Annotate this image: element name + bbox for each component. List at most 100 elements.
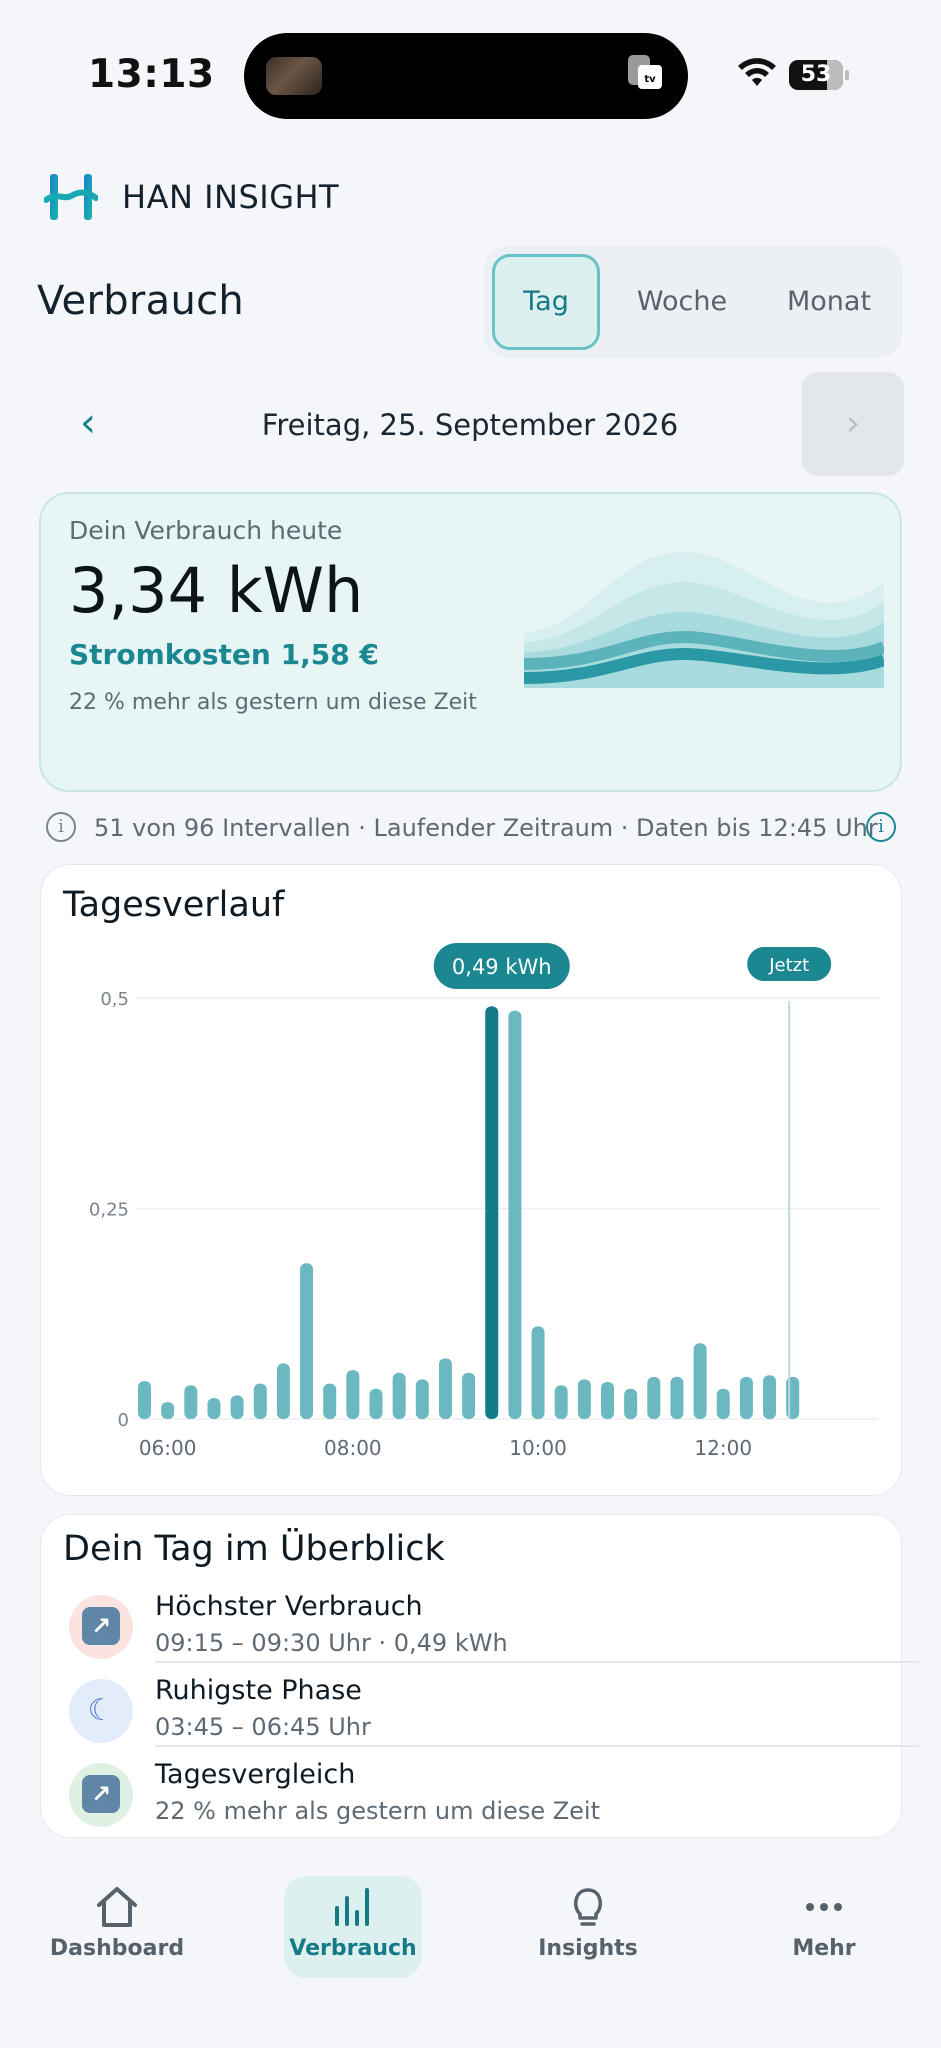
summary-consumption-value: 3,34 kWh xyxy=(69,554,364,627)
divider xyxy=(155,1661,919,1663)
nav-more[interactable]: Mehr xyxy=(774,1876,874,1978)
chart-bar xyxy=(763,1375,777,1419)
dynamic-island: tv xyxy=(244,33,688,119)
nav-label: Insights xyxy=(538,1936,638,1961)
nav-verbrauch[interactable]: Verbrauch xyxy=(284,1876,422,1978)
overview-item-comparison[interactable]: ↗ Tagesvergleich 22 % mehr als gestern u… xyxy=(41,1757,903,1839)
chart-bar xyxy=(624,1388,638,1419)
y-tick-label: 0,5 xyxy=(100,989,129,1010)
chart-bar xyxy=(601,1381,614,1419)
nav-label: Mehr xyxy=(792,1936,856,1961)
overview-item-detail: 03:45 – 06:45 Uhr xyxy=(155,1713,371,1741)
summary-comparison: 22 % mehr als gestern um diese Zeit xyxy=(69,690,477,715)
nav-label: Dashboard xyxy=(49,1936,185,1961)
chart-bar xyxy=(693,1343,707,1419)
lightbulb-icon xyxy=(574,1888,602,1926)
period-segmented-control: Tag Woche Monat xyxy=(484,246,902,358)
bar-chart-icon xyxy=(335,1888,369,1926)
status-bar: 13:13 tv 53 xyxy=(0,0,941,150)
summary-cost: Stromkosten 1,58 € xyxy=(69,638,379,671)
chart-bar xyxy=(300,1263,314,1419)
x-tick-label: 12:00 xyxy=(694,1436,752,1460)
segment-day[interactable]: Tag xyxy=(492,254,600,350)
status-time: 13:13 xyxy=(88,52,215,97)
chart-bar xyxy=(739,1376,753,1419)
consumption-bar-chart: 0 0,25 0,5 06:00 08:00 10:00 12:00 Jetzt 0,49 kW… xyxy=(89,943,879,1460)
chart-bar xyxy=(230,1395,244,1419)
previous-day-button[interactable]: ‹ xyxy=(60,394,116,454)
info-details-icon[interactable]: i xyxy=(866,812,896,842)
battery-icon: 53 xyxy=(789,60,849,90)
chart-bar xyxy=(647,1376,661,1419)
chart-bar xyxy=(184,1385,198,1419)
overview-title: Dein Tag im Überblick xyxy=(63,1529,445,1569)
han-logo-icon xyxy=(44,174,98,220)
overview-item-detail: 22 % mehr als gestern um diese Zeit xyxy=(155,1797,600,1825)
chart-bar xyxy=(369,1388,383,1419)
moon-icon: ☾ xyxy=(69,1679,133,1743)
chart-bar xyxy=(392,1372,406,1419)
x-tick-label: 06:00 xyxy=(139,1436,197,1460)
chart-bar xyxy=(670,1376,684,1419)
segment-month[interactable]: Monat xyxy=(756,254,902,350)
chart-bar xyxy=(554,1385,568,1419)
chart-bar xyxy=(138,1381,151,1419)
nav-dashboard[interactable]: Dashboard xyxy=(46,1876,188,1978)
arrow-up-right-icon: ↗ xyxy=(69,1763,133,1827)
overview-item-quiet[interactable]: ☾ Ruhigste Phase 03:45 – 06:45 Uhr xyxy=(41,1673,903,1755)
wifi-icon xyxy=(738,58,776,86)
daily-chart-card: 0 0,25 0,5 06:00 08:00 10:00 12:00 Jetzt 0,49 kW… xyxy=(40,864,902,1496)
more-icon xyxy=(806,1903,842,1911)
chart-bar xyxy=(438,1358,452,1419)
now-label: Jetzt xyxy=(768,955,809,976)
page-title: Verbrauch xyxy=(37,278,245,324)
svg-text:tv: tv xyxy=(644,74,656,85)
brand-name: HAN INSIGHT xyxy=(122,178,340,216)
battery-level: 53 xyxy=(800,62,832,87)
overview-item-peak[interactable]: ↗ Höchster Verbrauch 09:15 – 09:30 Uhr ·… xyxy=(41,1589,903,1671)
chart-bar xyxy=(253,1383,267,1419)
y-tick-label: 0,25 xyxy=(89,1200,129,1221)
wave-illustration xyxy=(524,552,884,692)
current-date: Freitag, 25. September 2026 xyxy=(261,408,679,442)
chart-bar xyxy=(346,1370,360,1419)
apple-tv-icon: tv xyxy=(628,55,662,89)
overview-item-label: Tagesvergleich xyxy=(155,1759,356,1790)
overview-item-detail: 09:15 – 09:30 Uhr · 0,49 kWh xyxy=(155,1629,508,1657)
now-playing-artwork xyxy=(266,57,322,95)
segment-week[interactable]: Woche xyxy=(608,254,756,350)
day-overview-card: Dein Tag im Überblick ↗ Höchster Verbrau… xyxy=(40,1514,919,1839)
chart-bar xyxy=(786,1376,800,1419)
app-brand: HAN INSIGHT xyxy=(44,170,339,224)
chart-title: Tagesverlauf xyxy=(63,885,285,925)
nav-insights[interactable]: Insights xyxy=(528,1876,648,1978)
bottom-navigation: Dashboard Verbrauch Insights Mehr xyxy=(0,1860,941,2048)
chart-bar xyxy=(716,1388,730,1419)
chart-bar xyxy=(276,1363,290,1419)
y-tick-label: 0 xyxy=(118,1410,129,1431)
home-icon xyxy=(97,1887,137,1927)
daily-summary-card: Dein Verbrauch heute 3,34 kWh Stromkoste… xyxy=(39,492,902,792)
arrow-up-right-icon: ↗ xyxy=(69,1595,133,1659)
chart-bar xyxy=(161,1402,175,1419)
overview-item-label: Höchster Verbrauch xyxy=(155,1591,423,1622)
chart-bar xyxy=(462,1372,476,1419)
chart-bar xyxy=(207,1397,221,1419)
chart-bar-highlighted xyxy=(485,1006,499,1419)
tooltip-value: 0,49 kWh xyxy=(452,955,552,979)
interval-info-text: 51 von 96 Intervallen · Laufender Zeitra… xyxy=(94,814,878,842)
nav-label: Verbrauch xyxy=(289,1936,417,1961)
next-day-button[interactable]: › xyxy=(802,372,904,476)
x-tick-label: 10:00 xyxy=(509,1436,567,1460)
info-icon: i xyxy=(46,812,76,842)
chart-bar xyxy=(508,1010,522,1419)
summary-caption: Dein Verbrauch heute xyxy=(69,516,343,545)
divider xyxy=(155,1745,919,1747)
x-tick-label: 08:00 xyxy=(324,1436,382,1460)
chart-bar xyxy=(531,1326,545,1419)
chart-bar xyxy=(323,1383,337,1419)
data-status-info: i 51 von 96 Intervallen · Laufender Zeit… xyxy=(44,808,904,846)
date-navigation: ‹ Freitag, 25. September 2026 › xyxy=(0,372,941,476)
chart-bar xyxy=(577,1379,591,1419)
chart-bar xyxy=(415,1379,429,1419)
